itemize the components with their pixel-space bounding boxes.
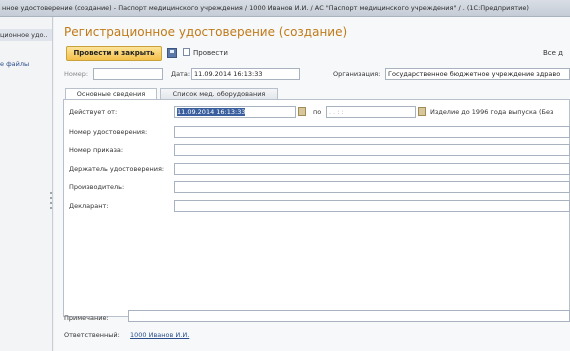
- form-title: Регистрационное удостоверение (создание): [64, 25, 348, 39]
- valid-from-value: 11.09.2014 16:13:33: [177, 108, 246, 116]
- number-field[interactable]: [93, 68, 163, 80]
- valid-from-label: Действует от:: [69, 108, 118, 116]
- note-label: Примечание:: [64, 314, 109, 322]
- nav-item-registration-certificate[interactable]: ционное удо...: [0, 29, 52, 41]
- nav-item-files[interactable]: е файлы: [0, 60, 29, 68]
- date-field[interactable]: 11.09.2014 16:13:33: [191, 68, 300, 80]
- order-number-field[interactable]: [174, 144, 570, 156]
- holder-field[interactable]: [174, 163, 570, 175]
- post-and-close-button[interactable]: Провести и закрыть: [66, 46, 162, 61]
- manufacturer-field[interactable]: [174, 181, 570, 193]
- holder-label: Держатель удостоверения:: [69, 165, 165, 173]
- post-button[interactable]: Провести: [183, 47, 228, 60]
- responsible-label: Ответственный:: [64, 331, 120, 339]
- window-title: нное удостоверение (создание) - Паспорт …: [2, 4, 529, 12]
- cert-number-field[interactable]: [174, 126, 570, 138]
- manufacturer-label: Производитель:: [69, 183, 125, 191]
- number-label: Номер:: [64, 70, 89, 78]
- all-actions-menu[interactable]: Все д: [543, 49, 563, 57]
- responsible-link[interactable]: 1000 Иванов И.И.: [130, 331, 189, 339]
- left-nav-panel: ционное удо... е файлы: [0, 17, 53, 351]
- calendar-icon[interactable]: [418, 107, 426, 116]
- valid-to-label: по: [313, 108, 322, 116]
- date-label: Дата:: [171, 70, 191, 78]
- window-titlebar: нное удостоверение (создание) - Паспорт …: [0, 0, 570, 17]
- note-field[interactable]: [128, 310, 570, 322]
- order-number-label: Номер приказа:: [69, 146, 124, 154]
- declarant-label: Декларант:: [69, 202, 109, 210]
- cert-number-label: Номер удостоверения:: [69, 128, 148, 136]
- valid-from-field[interactable]: 11.09.2014 16:13:33: [174, 106, 296, 118]
- organization-field[interactable]: Государственное бюджетное учреждение здр…: [385, 68, 570, 80]
- declarant-field[interactable]: [174, 200, 570, 212]
- post-button-label: Провести: [193, 49, 228, 57]
- nav-item-label: ционное удо...: [0, 31, 48, 39]
- panel-splitter-handle[interactable]: [49, 192, 53, 218]
- form-area: Регистрационное удостоверение (создание)…: [54, 17, 570, 351]
- valid-to-field[interactable]: . . : :: [326, 106, 416, 118]
- organization-label: Организация:: [333, 70, 381, 78]
- save-icon[interactable]: [167, 48, 177, 58]
- calendar-icon[interactable]: [298, 107, 306, 116]
- pre1996-checkbox-label[interactable]: Изделие до 1996 года выпуска (Без: [430, 108, 553, 116]
- post-document-icon: [183, 48, 190, 56]
